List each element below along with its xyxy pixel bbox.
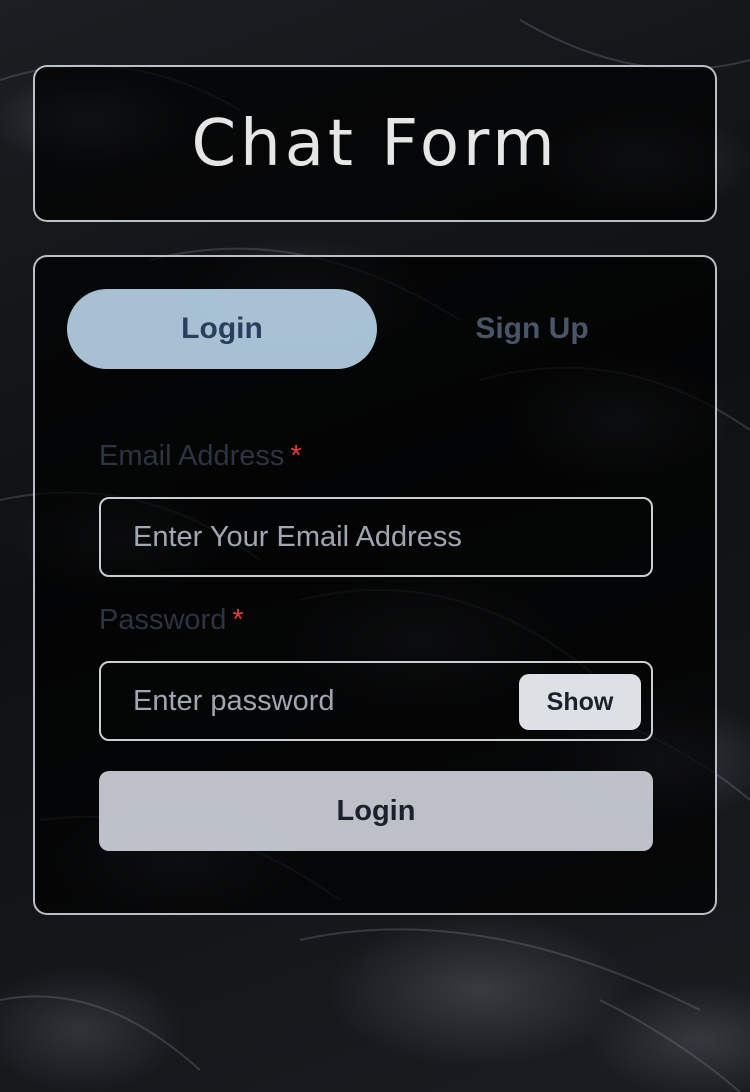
show-password-button[interactable]: Show: [519, 674, 641, 730]
password-field-wrapper: Show: [99, 661, 653, 741]
password-input[interactable]: [101, 663, 511, 739]
tab-login[interactable]: Login: [67, 289, 377, 369]
email-required-marker: *: [290, 440, 302, 472]
email-label-text: Email Address: [99, 440, 285, 472]
password-label: Password *: [99, 604, 244, 637]
password-required-marker: *: [232, 604, 244, 636]
email-input[interactable]: [101, 499, 651, 575]
auth-form-card: Login Sign Up Email Address* Password* S…: [33, 255, 717, 915]
email-field-wrapper: [99, 497, 653, 577]
tab-sign-up[interactable]: Sign Up: [377, 289, 687, 369]
page-title: Chat Form: [191, 106, 559, 181]
header-card: Chat Form: [33, 65, 717, 222]
password-label-text: Password: [99, 604, 227, 636]
login-submit-button[interactable]: Login: [99, 771, 653, 851]
auth-tabs: Login Sign Up: [67, 289, 687, 369]
email-label: Email Address *: [99, 440, 302, 473]
